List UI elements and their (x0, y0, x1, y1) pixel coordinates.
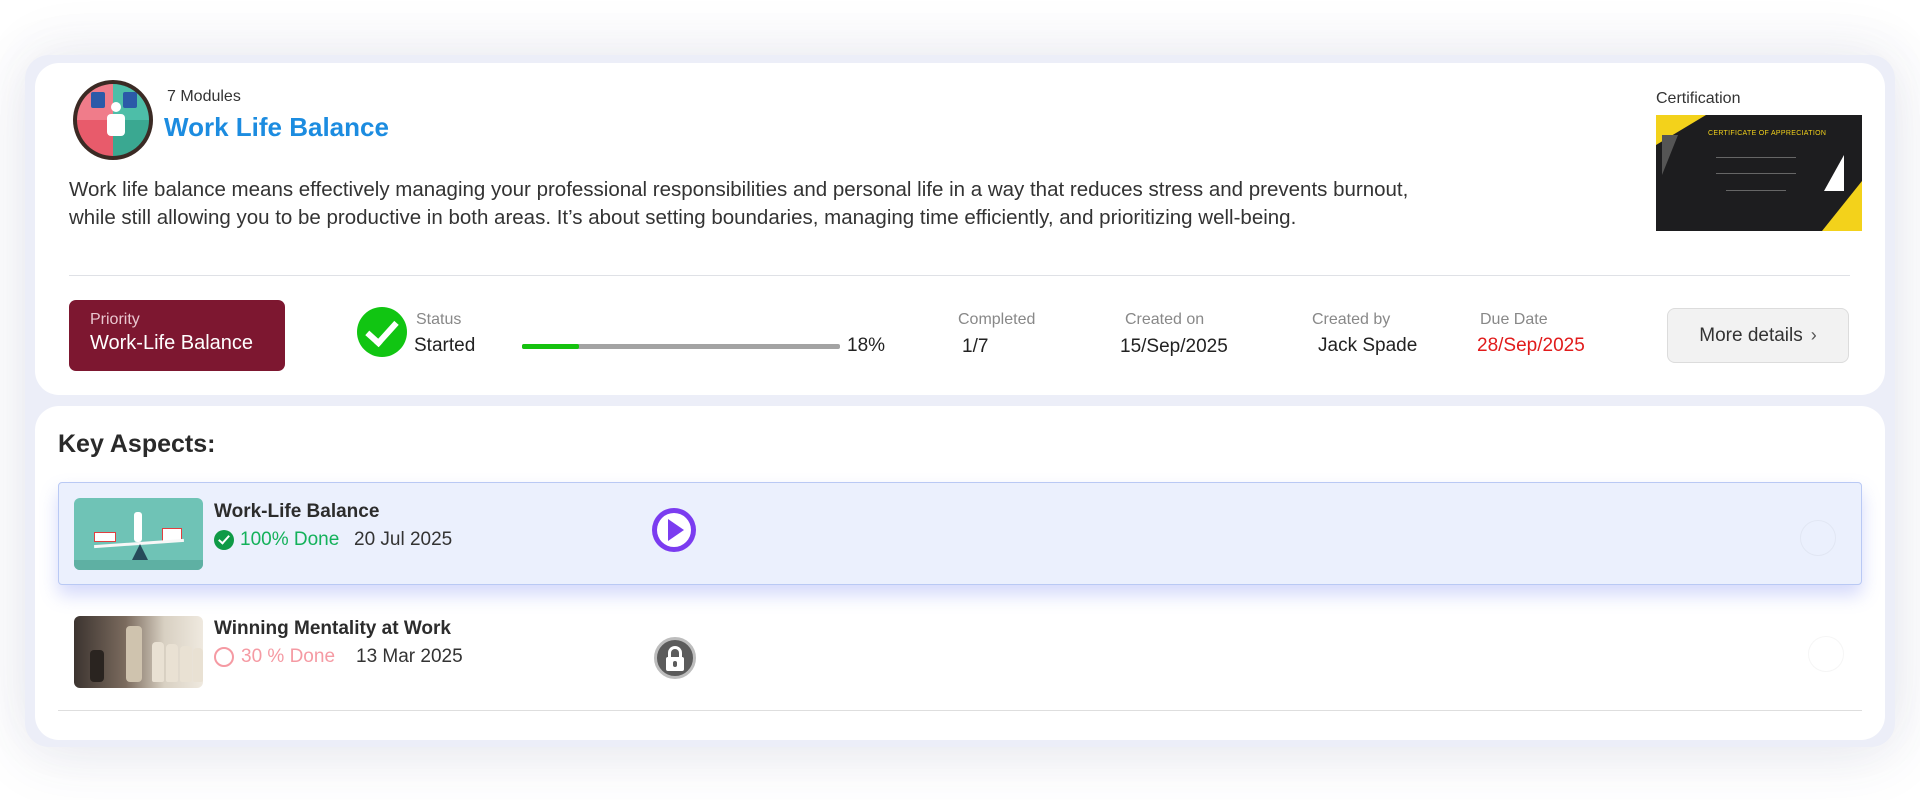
modules-count: 7 Modules (167, 88, 241, 105)
progress-percent: 18% (847, 335, 886, 356)
priority-badge: Priority Work-Life Balance (69, 300, 285, 371)
certificate-thumbnail[interactable]: CERTIFICATE OF APPRECIATION (1656, 115, 1862, 231)
row-divider (58, 710, 1862, 711)
course-title: Work Life Balance (164, 112, 389, 142)
summary-divider (69, 275, 1850, 276)
work-life-balance-thumbnail (74, 498, 203, 570)
status-check-icon (357, 307, 407, 357)
lock-icon (654, 637, 696, 679)
chevron-right-icon: › (1810, 325, 1817, 345)
created-on-label: Created on (1125, 311, 1205, 328)
completed-label: Completed (958, 311, 1036, 328)
due-date-value: 28/Sep/2025 (1477, 335, 1585, 356)
more-details-label: More details (1699, 324, 1803, 346)
certification-label: Certification (1656, 90, 1741, 107)
chess-thumbnail (74, 616, 203, 688)
created-by-value: Jack Spade (1318, 335, 1418, 356)
key-aspects-title: Key Aspects: (58, 430, 216, 458)
created-by-label: Created by (1312, 311, 1391, 328)
progress-bar (522, 344, 840, 349)
play-icon[interactable] (652, 508, 696, 552)
key-aspect-title: Winning Mentality at Work (214, 618, 451, 639)
progress-ring-icon (214, 647, 234, 667)
key-aspect-date: 13 Mar 2025 (356, 646, 463, 667)
progress-done-label: 30 % Done (241, 646, 336, 667)
key-aspect-date: 20 Jul 2025 (354, 529, 453, 550)
status-value: Started (414, 335, 476, 356)
created-on-value: 15/Sep/2025 (1120, 336, 1228, 357)
course-description: Work life balance means effectively mana… (69, 178, 1409, 229)
progress-done-label: 100% Done (240, 529, 340, 550)
done-check-icon (214, 530, 234, 550)
row-status-circle (1808, 636, 1844, 672)
priority-value: Work-Life Balance (90, 332, 254, 354)
certificate-heading: CERTIFICATE OF APPRECIATION (1708, 130, 1827, 137)
priority-label: Priority (90, 311, 140, 328)
row-status-circle (1800, 520, 1836, 556)
work-life-balance-icon (73, 80, 153, 160)
progress-bar-fill (522, 344, 580, 349)
status-label: Status (416, 311, 462, 328)
key-aspect-title: Work-Life Balance (214, 501, 380, 522)
more-details-button[interactable]: More details › (1667, 308, 1849, 363)
completed-value: 1/7 (962, 336, 989, 357)
due-date-label: Due Date (1480, 311, 1548, 328)
